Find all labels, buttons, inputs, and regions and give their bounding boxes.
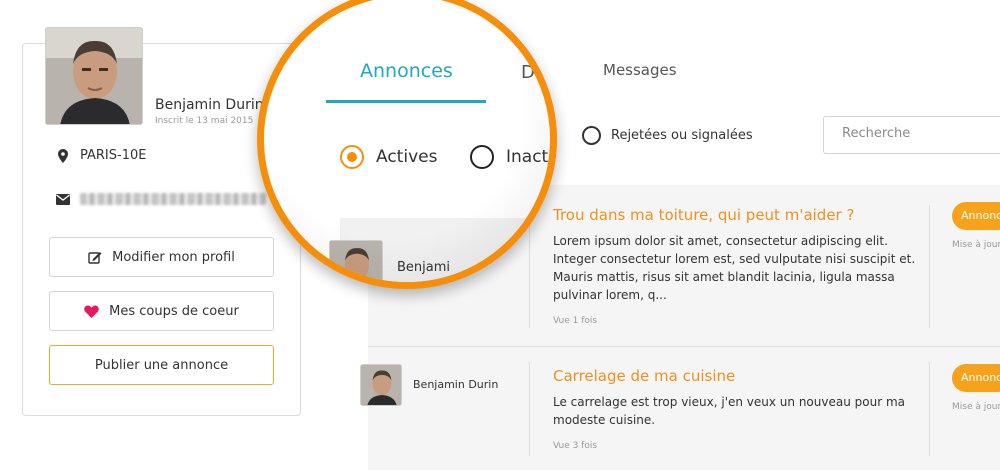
signup-date: Inscrit le 13 mai 2015 [155,116,254,126]
ad-title[interactable]: Carrelage de ma cuisine [553,367,735,385]
radio-actives[interactable] [340,145,364,169]
ad-views: Vue 1 fois [553,316,598,326]
tab-des[interactable]: Des [521,62,550,83]
ad-status-badge: Annonce [952,202,1000,230]
column-divider [929,205,930,328]
row-divider [368,346,1000,347]
ad-status-badge: Annonce [952,364,1000,392]
ad-author-avatar[interactable] [360,364,402,406]
filter-rejected-label: Rejetées ou signalées [611,128,753,143]
tab-messages[interactable]: Messages [603,61,677,79]
publish-ad-button[interactable]: Publier une annonce [49,345,274,385]
ad-views: Vue 3 fois [553,441,598,451]
active-tab-indicator [326,100,486,103]
email-row [52,193,266,205]
edit-profile-button[interactable]: Modifier mon profil [49,237,274,277]
profile-name: Benjamin Durin [155,97,264,113]
ad-author-name: Benjamin Durin [413,378,499,391]
location-row: PARIS-10E [52,148,146,163]
heart-icon [84,305,99,318]
ad-author-name: Benjami [397,260,451,275]
ad-update-text: Mise à jour [952,240,1000,250]
ad-update-text: Mise à jour [952,402,1000,412]
filter-rejected[interactable]: Rejetées ou signalées [582,126,753,145]
filter-actives-label: Actives [376,147,438,167]
envelope-icon [52,193,74,205]
profile-avatar[interactable] [45,27,143,125]
favorites-label: Mes coups de coeur [109,303,239,319]
column-divider [529,362,530,456]
avatar-photo [46,28,142,124]
location-text: PARIS-10E [80,148,147,163]
ad-title[interactable]: Trou dans ma toiture, qui peut m'aider ? [553,206,854,224]
search-input[interactable]: Recherche [823,116,1000,154]
ad-description: Lorem ipsum dolor sit amet, consectetur … [553,234,916,302]
column-divider [929,362,930,456]
edit-icon [88,250,102,264]
ad-author-avatar[interactable] [329,240,383,282]
edit-profile-label: Modifier mon profil [112,249,235,265]
avatar-photo [330,241,382,282]
radio-inactives[interactable] [470,145,494,169]
filter-inactives-label: Inact [506,147,549,167]
email-blurred [80,193,266,205]
tab-annonces[interactable]: Annonces [360,60,453,82]
radio-rejected[interactable] [582,126,601,145]
ad-description: Le carrelage est trop vieux, j'en veux u… [553,395,905,427]
publish-ad-label: Publier une annonce [94,357,229,373]
filter-inactives[interactable]: Inact [470,145,548,169]
magnified-content: Annonces Des Actives Inact Benjami [264,0,550,282]
location-pin-icon [52,148,74,163]
avatar-photo [361,365,401,405]
filter-actives[interactable]: Actives [340,145,437,169]
magnifier-lens: Annonces Des Actives Inact Benjami [257,0,557,289]
favorites-button[interactable]: Mes coups de coeur [49,291,274,331]
